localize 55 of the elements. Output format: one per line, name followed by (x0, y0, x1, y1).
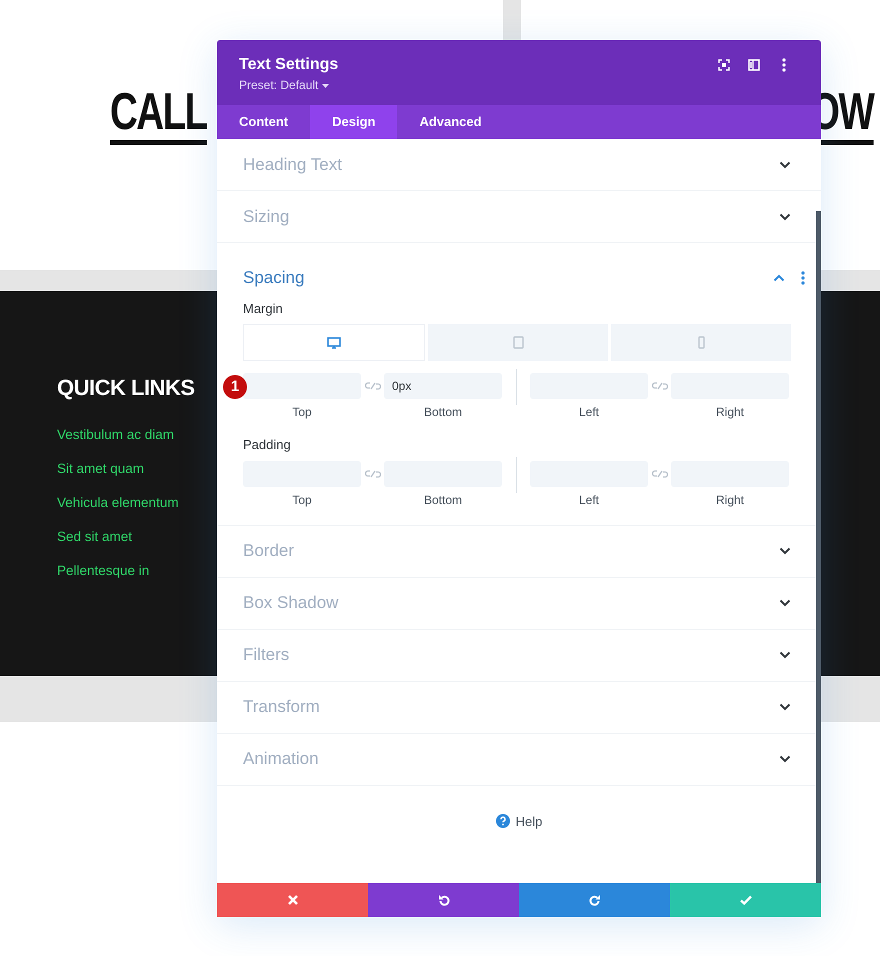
field-label: Bottom (424, 404, 462, 421)
desktop-icon (327, 336, 341, 348)
expand-icon[interactable] (779, 160, 791, 168)
field-label: Bottom (424, 492, 462, 508)
expand-icon[interactable] (779, 212, 791, 220)
field-label: Right (716, 492, 744, 508)
redo-button[interactable] (519, 883, 670, 917)
check-icon (738, 893, 752, 907)
footer-title: QUICK LINKS (57, 374, 194, 402)
field-label: Top (292, 404, 312, 421)
section-title[interactable]: Spacing (243, 265, 304, 290)
link-icon[interactable] (364, 381, 380, 391)
expand-icon[interactable] (779, 547, 791, 555)
field-label: Left (578, 492, 599, 508)
expand-icon[interactable] (779, 703, 791, 711)
footer-link[interactable]: Vestibulum ac diam (57, 418, 174, 452)
help-link[interactable]: Help (516, 812, 542, 831)
footer-link[interactable]: Sit amet quam (57, 452, 144, 486)
input-field[interactable]: 0px (384, 373, 502, 399)
expand-icon[interactable] (779, 599, 791, 607)
cancel-button[interactable] (217, 883, 368, 917)
panel-tab[interactable]: Content (217, 105, 310, 139)
expand-icon[interactable] (779, 755, 791, 763)
close-icon (286, 893, 300, 907)
redo-icon (588, 893, 602, 907)
panel-title: Text Settings (239, 55, 338, 75)
help-icon[interactable] (496, 814, 510, 828)
device-tab[interactable] (428, 324, 608, 361)
device-tab[interactable] (243, 324, 425, 361)
footer-link[interactable]: Pellentesque in (57, 554, 150, 588)
more-icon[interactable] (801, 270, 805, 285)
group-label: Margin (243, 300, 284, 318)
page-heading: CALL (110, 84, 207, 145)
link-icon[interactable] (364, 468, 380, 478)
device-tab[interactable] (611, 324, 791, 361)
link-icon[interactable] (652, 381, 668, 391)
link-icon[interactable] (652, 468, 668, 478)
field-label: Top (292, 492, 312, 508)
group-label: Padding (243, 436, 292, 454)
field-label: Left (578, 404, 599, 421)
field-label: Right (716, 404, 744, 421)
collapse-icon[interactable] (773, 274, 785, 282)
tablet-icon (512, 336, 524, 349)
undo-icon (436, 893, 450, 907)
footer-link[interactable]: Vehicula elementum (57, 486, 179, 520)
input-field[interactable] (243, 373, 361, 399)
panel-tab[interactable]: Design (310, 105, 398, 139)
wall-column (503, 0, 521, 40)
expand-icon[interactable] (779, 651, 791, 659)
panel-tab[interactable]: Advanced (397, 105, 504, 139)
save-button[interactable] (670, 883, 821, 917)
phone-icon (698, 336, 704, 349)
preset-dropdown[interactable]: Preset: Default (239, 75, 338, 95)
undo-button[interactable] (368, 883, 519, 917)
footer-link[interactable]: Sed sit amet (57, 520, 132, 554)
